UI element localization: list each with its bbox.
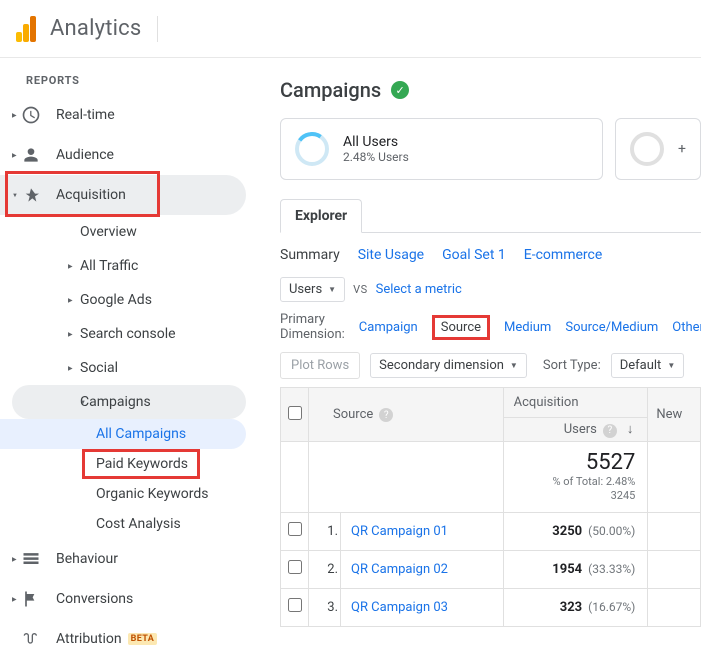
sort-type-select[interactable]: Default ▼: [611, 353, 685, 378]
segment-card[interactable]: All Users 2.48% Users: [280, 118, 603, 180]
sidebar-sub-all-campaigns[interactable]: All Campaigns: [0, 419, 246, 449]
dim-source[interactable]: Source: [432, 315, 490, 340]
row-rank: 3.: [309, 588, 341, 626]
sidebar-label: Real-time: [56, 107, 115, 123]
data-table: Source? Acquisition New Users?↓ 5527 % o…: [280, 387, 701, 627]
tab-bar: Explorer: [280, 198, 701, 233]
dim-other[interactable]: Other▼: [672, 320, 701, 335]
total-users-raw: 3245: [504, 489, 648, 503]
row-users-pct: (16.67%): [588, 600, 635, 614]
row-campaign-link[interactable]: QR Campaign 01: [351, 524, 448, 539]
col-source[interactable]: Source?: [309, 388, 504, 442]
subtab-site-usage[interactable]: Site Usage: [358, 247, 424, 263]
attribution-icon: [20, 628, 42, 650]
row-rank: 1.: [309, 512, 341, 550]
sidebar-label: Audience: [56, 147, 114, 163]
dim-source-medium[interactable]: Source/Medium: [565, 320, 658, 335]
sort-desc-icon: ↓: [627, 422, 634, 437]
verified-icon: ✓: [391, 81, 409, 99]
main-content: Campaigns ✓ All Users 2.48% Users + Expl…: [260, 58, 701, 651]
row-users: 3250: [552, 524, 582, 539]
row-campaign-link[interactable]: QR Campaign 03: [351, 600, 448, 615]
subtab-goal-set[interactable]: Goal Set 1: [442, 247, 506, 263]
sidebar-sub-google-ads[interactable]: ▶Google Ads: [0, 283, 246, 317]
sidebar-sub-overview[interactable]: Overview: [0, 215, 246, 249]
sidebar-item-attribution[interactable]: Attribution BETA: [0, 619, 246, 659]
sidebar-item-audience[interactable]: ▶ Audience: [0, 135, 246, 175]
segment-title: All Users: [343, 134, 409, 150]
row-checkbox[interactable]: [288, 560, 302, 574]
circle-icon: [630, 132, 664, 166]
sidebar-item-realtime[interactable]: ▶ Real-time: [0, 95, 246, 135]
sidebar-item-acquisition[interactable]: ▼ Acquisition: [0, 175, 246, 215]
col-group-acquisition: Acquisition: [503, 388, 648, 418]
sidebar-item-conversions[interactable]: ▶ Conversions: [0, 579, 246, 619]
help-icon[interactable]: ?: [603, 424, 617, 438]
clock-icon: [20, 104, 42, 126]
reports-section-label: REPORTS: [0, 68, 260, 95]
sidebar-label: Acquisition: [56, 187, 126, 203]
vs-label: VS: [353, 283, 368, 296]
table-row: 2. QR Campaign 02 1954 (33.33%): [281, 550, 701, 588]
sidebar-sub-all-traffic[interactable]: ▶All Traffic: [0, 249, 246, 283]
row-users-pct: (50.00%): [588, 524, 635, 538]
beta-badge: BETA: [128, 633, 158, 645]
acquisition-icon: [20, 184, 42, 206]
plus-icon: +: [678, 141, 686, 157]
primary-dimension-label: Primary Dimension:: [280, 312, 345, 342]
table-row: 1. QR Campaign 01 3250 (50.00%): [281, 512, 701, 550]
col-new-users[interactable]: New: [648, 388, 701, 442]
col-users[interactable]: Users?↓: [503, 418, 648, 442]
sidebar-label: Attribution: [56, 631, 122, 647]
tab-explorer[interactable]: Explorer: [280, 199, 362, 233]
sidebar-label: Behaviour: [56, 551, 118, 567]
sidebar-label: Conversions: [56, 591, 133, 607]
analytics-logo-icon: [16, 16, 36, 42]
sidebar: REPORTS ▶ Real-time ▶ Audience ▼ Acquisi…: [0, 58, 260, 651]
metric-select[interactable]: Users ▼: [280, 277, 345, 302]
chevron-down-icon: ▼: [510, 361, 518, 370]
add-segment-card[interactable]: +: [615, 118, 701, 180]
list-icon: [20, 548, 42, 570]
app-title: Analytics: [50, 16, 141, 41]
select-all-checkbox[interactable]: [288, 406, 302, 420]
subtab-summary[interactable]: Summary: [280, 247, 340, 263]
donut-icon: [295, 132, 329, 166]
dim-campaign[interactable]: Campaign: [359, 320, 418, 335]
sidebar-sub-campaigns[interactable]: ▼Campaigns: [12, 385, 246, 419]
subtab-row: Summary Site Usage Goal Set 1 E-commerce: [280, 233, 701, 277]
row-users: 1954: [552, 562, 582, 577]
chevron-down-icon: ▼: [328, 285, 336, 294]
row-campaign-link[interactable]: QR Campaign 02: [351, 562, 448, 577]
sidebar-sub-organic-keywords[interactable]: Organic Keywords: [0, 479, 246, 509]
app-header: Analytics: [0, 0, 701, 58]
select-metric-link[interactable]: Select a metric: [376, 282, 462, 297]
subtab-ecommerce[interactable]: E-commerce: [524, 247, 602, 263]
row-rank: 2.: [309, 550, 341, 588]
secondary-dimension-select[interactable]: Secondary dimension ▼: [370, 353, 527, 378]
plot-rows-button[interactable]: Plot Rows: [280, 352, 360, 379]
page-title: Campaigns: [280, 78, 381, 102]
total-users: 5527: [504, 450, 648, 475]
sort-type-label: Sort Type:: [543, 358, 601, 373]
dim-medium[interactable]: Medium: [504, 320, 551, 335]
person-icon: [20, 144, 42, 166]
sidebar-sub-paid-keywords[interactable]: Paid Keywords: [0, 449, 246, 479]
flag-icon: [20, 588, 42, 610]
sidebar-sub-social[interactable]: ▶Social: [0, 351, 246, 385]
total-users-pct: % of Total: 2.48%: [504, 475, 648, 489]
row-checkbox[interactable]: [288, 598, 302, 612]
row-users-pct: (33.33%): [588, 562, 635, 576]
chevron-down-icon: ▼: [667, 361, 675, 370]
help-icon[interactable]: ?: [379, 408, 393, 422]
row-users: 323: [560, 600, 582, 615]
row-checkbox[interactable]: [288, 522, 302, 536]
table-row: 3. QR Campaign 03 323 (16.67%): [281, 588, 701, 626]
sidebar-sub-search-console[interactable]: ▶Search console: [0, 317, 246, 351]
segment-subtitle: 2.48% Users: [343, 150, 409, 164]
sidebar-sub-cost-analysis[interactable]: Cost Analysis: [0, 509, 246, 539]
sidebar-item-behaviour[interactable]: ▶ Behaviour: [0, 539, 246, 579]
